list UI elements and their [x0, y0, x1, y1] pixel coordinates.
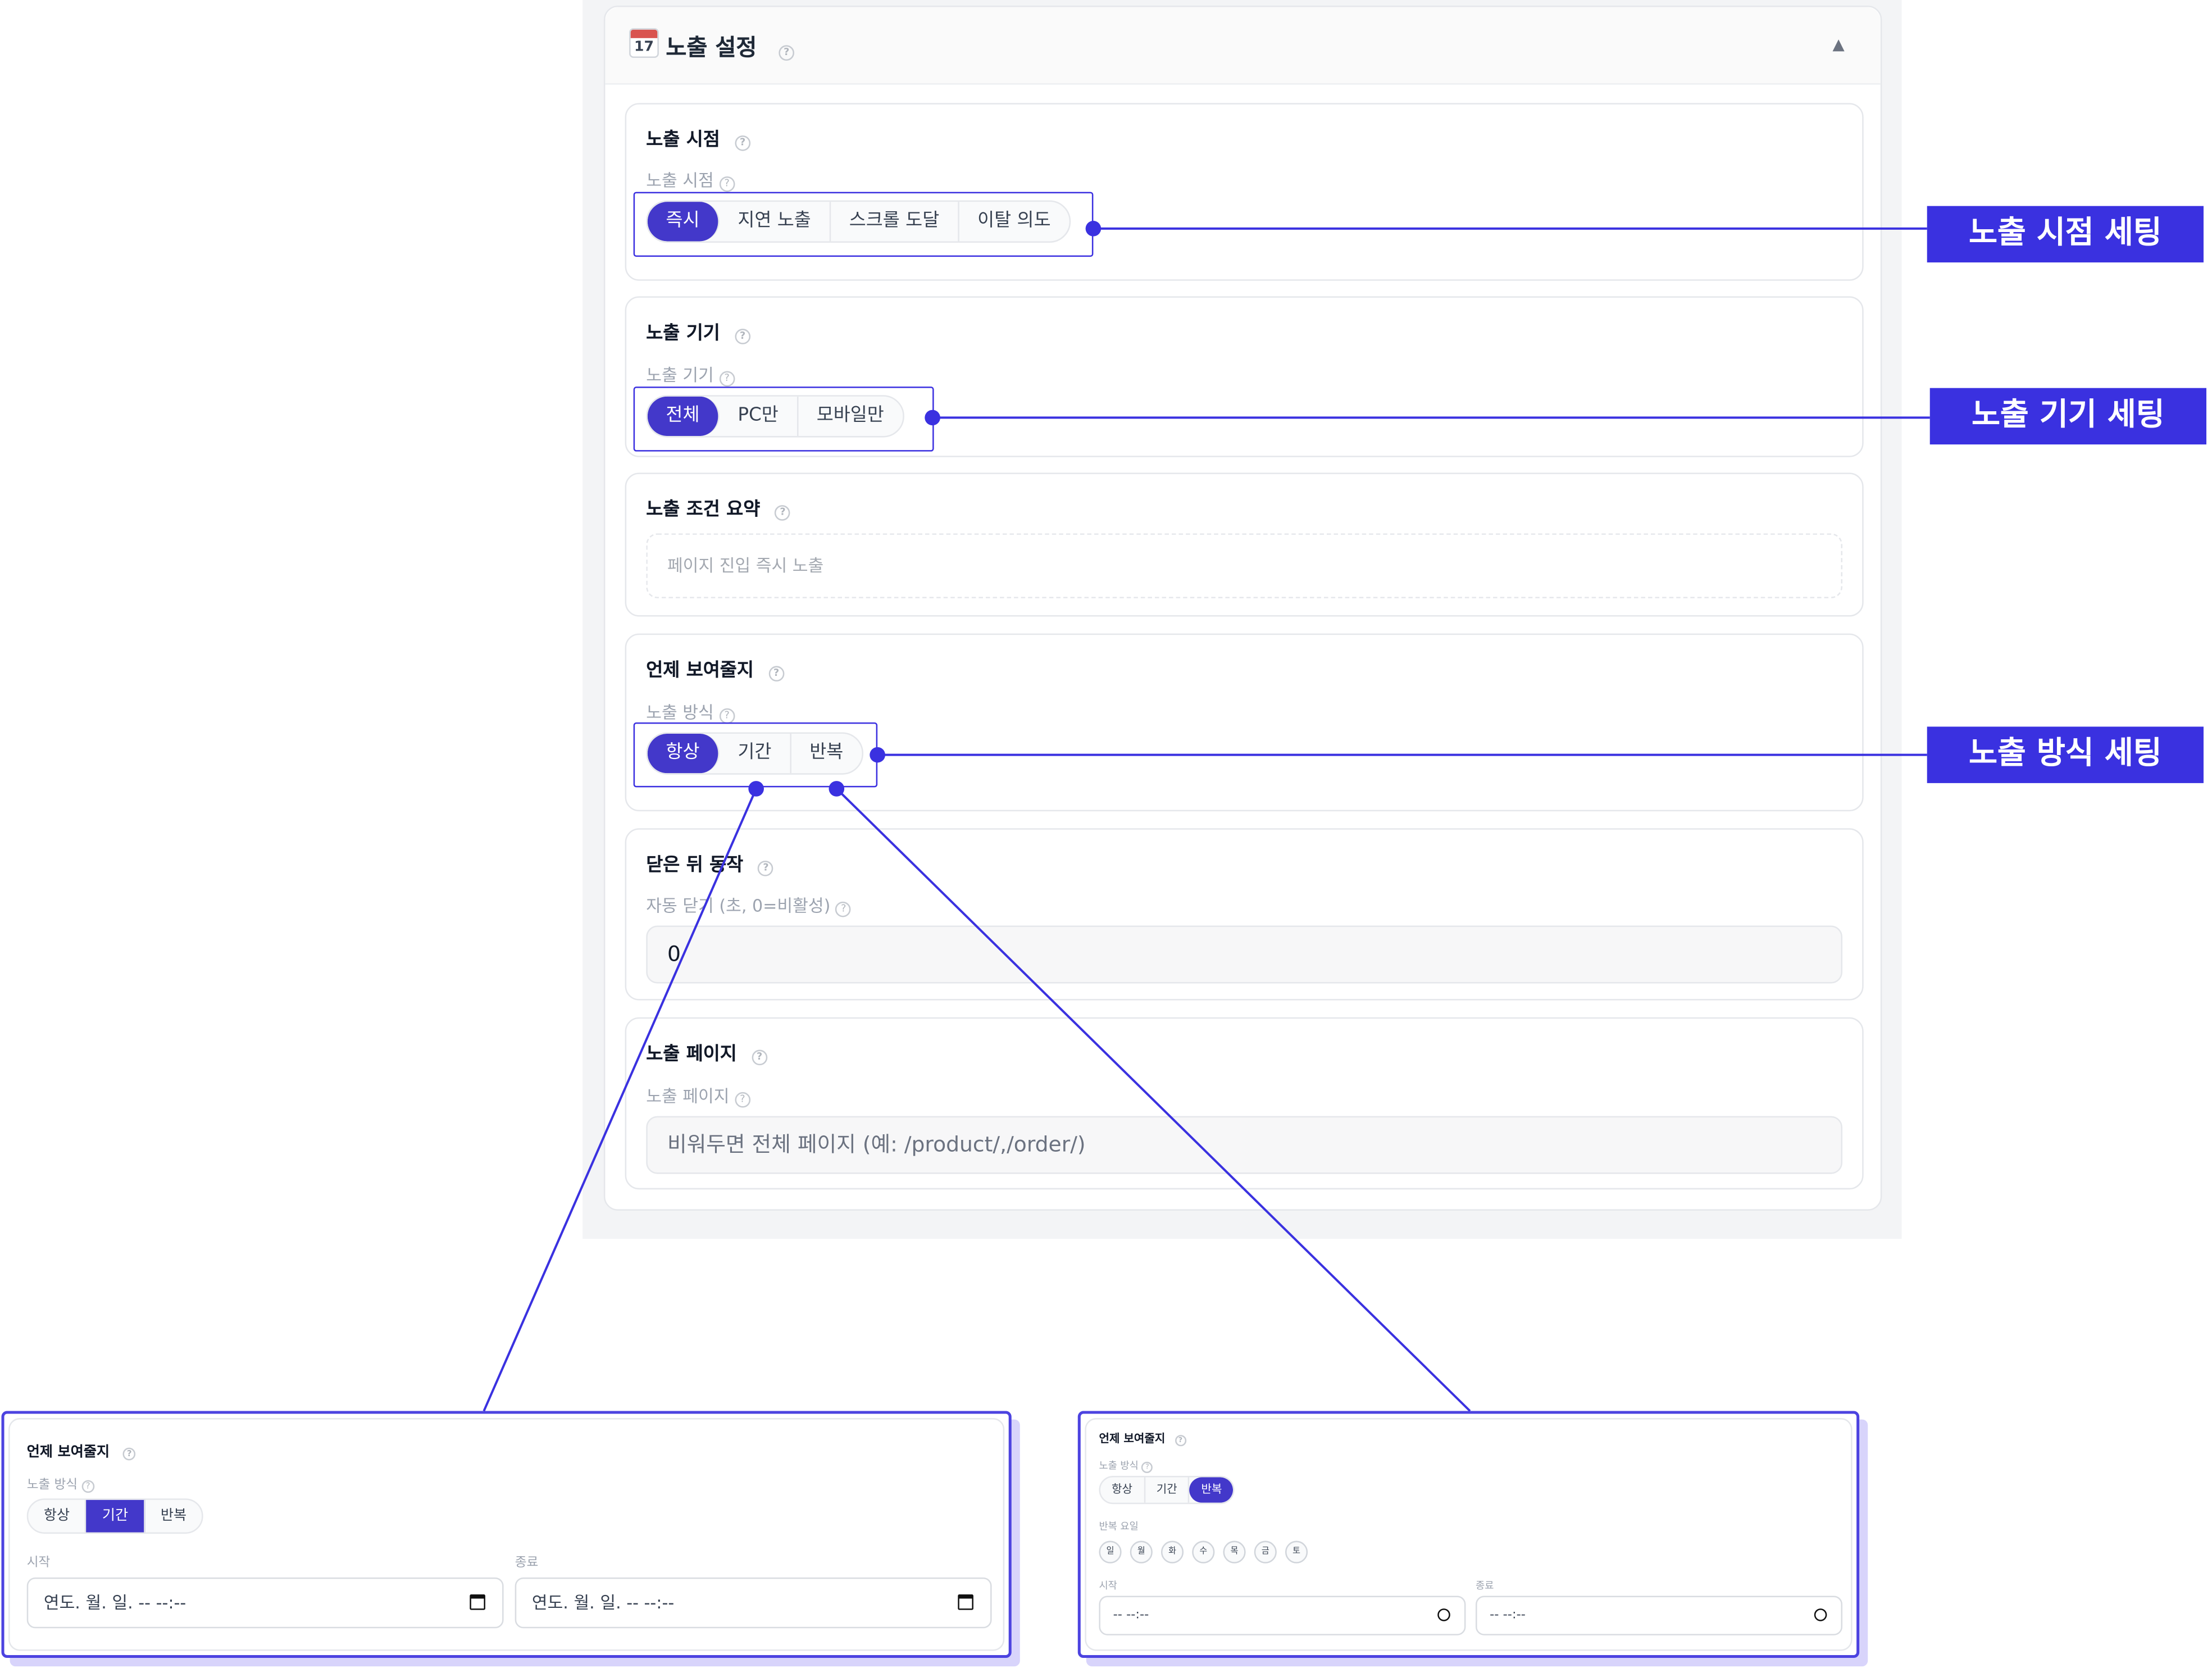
mode-option-period[interactable]: 기간: [1145, 1477, 1190, 1503]
field-label: 노출 방식 ?: [27, 1475, 94, 1493]
end-datetime-input[interactable]: 연도. 월. 일. -- --:--: [515, 1577, 992, 1629]
day-toggle-mon[interactable]: 월: [1130, 1540, 1153, 1564]
start-label: 시작: [26, 1556, 51, 1571]
mode-segmented-control: 항상 기간 반복: [26, 1498, 204, 1534]
day-toggle-sun[interactable]: 일: [1099, 1540, 1122, 1564]
calendar-icon[interactable]: [470, 1594, 485, 1610]
repeat-mode-preview: 언제 보여줄지 ? 노출 방식 ? 항상 기간 반복 반복 요일 일 월 화 수…: [1077, 1411, 1860, 1658]
device-annotation-tag: 노출 기기 세팅: [1929, 388, 2206, 445]
preview-card: 언제 보여줄지 ? 노출 방식 ? 항상 기간 반복 시작 종료 연도. 월. …: [8, 1418, 1005, 1651]
clock-icon[interactable]: [1814, 1608, 1827, 1621]
period-mode-preview: 언제 보여줄지 ? 노출 방식 ? 항상 기간 반복 시작 종료 연도. 월. …: [1, 1411, 1012, 1658]
end-label: 종료: [1476, 1580, 1494, 1592]
card-title: 언제 보여줄지 ?: [27, 1439, 136, 1461]
help-icon: ?: [122, 1447, 136, 1461]
card-title: 언제 보여줄지 ?: [1099, 1431, 1186, 1447]
preview-card: 언제 보여줄지 ? 노출 방식 ? 항상 기간 반복 반복 요일 일 월 화 수…: [1085, 1418, 1853, 1651]
day-toggle-thu[interactable]: 목: [1223, 1540, 1246, 1564]
repeat-days-label: 반복 요일: [1099, 1521, 1139, 1533]
clock-icon[interactable]: [1437, 1608, 1450, 1621]
end-time-input[interactable]: -- --:--: [1476, 1596, 1843, 1635]
start-label: 시작: [1099, 1580, 1117, 1592]
mode-option-repeat[interactable]: 반복: [145, 1500, 202, 1533]
mode-option-period[interactable]: 기간: [87, 1499, 145, 1533]
mode-option-repeat[interactable]: 반복: [1190, 1477, 1234, 1503]
day-toggle-sat[interactable]: 토: [1285, 1540, 1308, 1564]
mode-option-always[interactable]: 항상: [1100, 1477, 1145, 1503]
mode-segmented-control: 항상 기간 반복: [1099, 1476, 1235, 1505]
mode-option-always[interactable]: 항상: [28, 1499, 87, 1533]
timing-annotation-tag: 노출 시점 세팅: [1927, 206, 2204, 263]
day-toggle-wed[interactable]: 수: [1192, 1540, 1215, 1564]
field-label: 노출 방식 ?: [1099, 1459, 1153, 1474]
day-toggle-fri[interactable]: 금: [1254, 1540, 1277, 1564]
start-datetime-input[interactable]: 연도. 월. 일. -- --:--: [26, 1577, 504, 1629]
help-icon: ?: [1175, 1435, 1186, 1447]
calendar-icon[interactable]: [958, 1594, 973, 1610]
mode-annotation-tag: 노출 방식 세팅: [1927, 726, 2204, 783]
day-toggle-tue[interactable]: 화: [1160, 1540, 1184, 1564]
start-time-input[interactable]: -- --:--: [1099, 1596, 1466, 1635]
end-label: 종료: [515, 1556, 539, 1571]
help-icon: ?: [81, 1480, 94, 1493]
help-icon: ?: [1141, 1461, 1153, 1474]
